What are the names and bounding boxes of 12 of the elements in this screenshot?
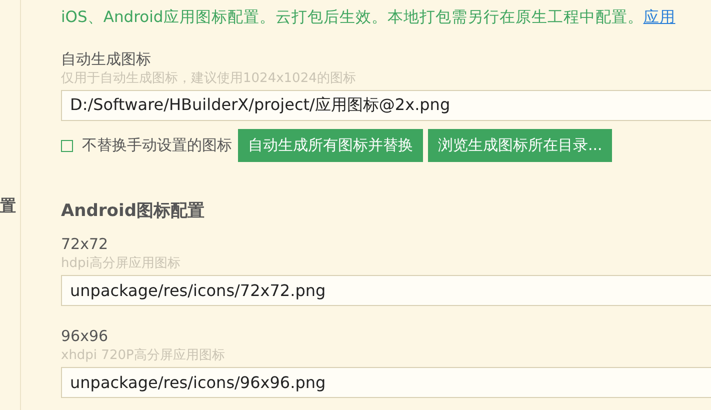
input-field[interactable]: unpackage/res/icons/96x96.png (61, 367, 711, 398)
checkbox-label: 不替换手动设置的图标 (82, 136, 232, 155)
notice-link[interactable]: 应用 (643, 7, 676, 27)
input-field[interactable]: unpackage/res/icons/72x72.png (61, 275, 711, 306)
sidebar-item[interactable]: 置 (0, 196, 20, 217)
notice-text: iOS、Android应用图标配置。云打包后生效。本地打包需另行在原生工程中配置。 (61, 7, 644, 27)
field-label: 72x72 (61, 234, 110, 254)
field-label: 96x96 (61, 326, 110, 346)
section-title: Android图标配置 (61, 200, 206, 222)
input-field[interactable]: D:/Software/HBuilderX/project/应用图标@2x.png (61, 90, 711, 121)
checkbox[interactable] (61, 140, 73, 152)
field-label: 自动生成图标 (61, 49, 152, 69)
